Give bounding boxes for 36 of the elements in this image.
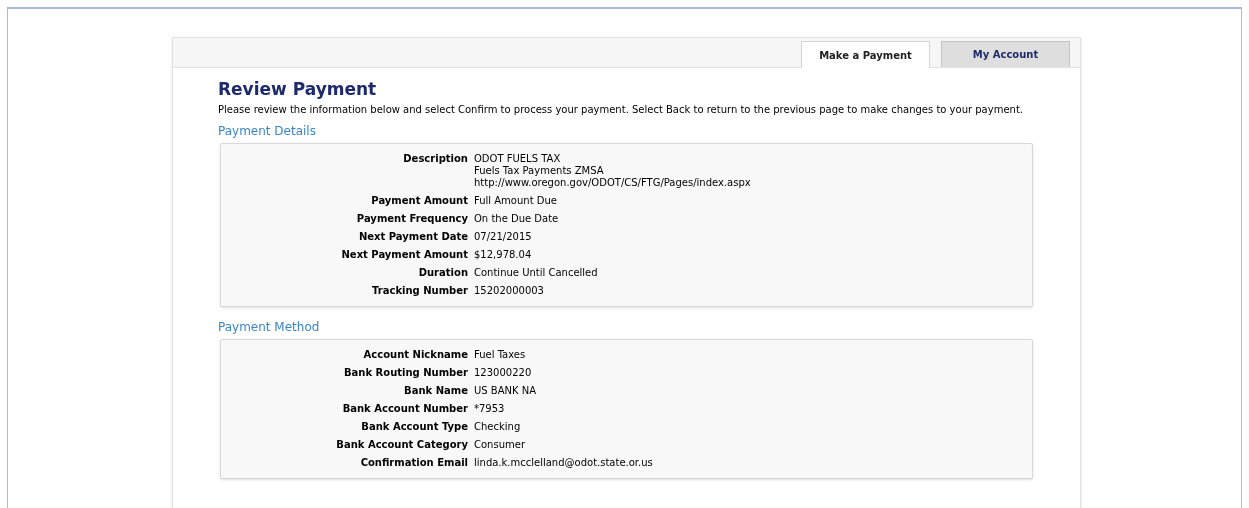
field-value: US BANK NA [474, 385, 537, 397]
field-value: linda.k.mcclelland@odot.state.or.us [474, 457, 653, 469]
section-heading: Payment Details [218, 123, 317, 139]
field-value: Consumer [474, 439, 525, 451]
field-label: Bank Account Category [335, 439, 469, 451]
field-label: Confirmation Email [359, 457, 469, 469]
field-value: $12,978.04 [474, 249, 532, 261]
field-value: Checking [474, 421, 521, 433]
field-value: *7953 [474, 403, 505, 415]
field-value: Continue Until Cancelled [474, 267, 598, 279]
field-value: http://www.oregon.gov/ODOT/CS/FTG/Pages/index.aspx [474, 177, 751, 189]
field-label: Payment Amount [370, 195, 469, 207]
field-label: Bank Routing Number [342, 367, 469, 379]
tab[interactable]: My Account [941, 41, 1070, 67]
field-value: Fuel Taxes [474, 349, 526, 361]
field-value: On the Due Date [474, 213, 559, 225]
field-label: Description [402, 153, 469, 165]
intro-text: Please review the information below and select Confirm to process your payment. Select Back to return to the previous page to make changes to your payment. [218, 103, 1024, 117]
field-value: 07/21/2015 [474, 231, 532, 243]
tab[interactable]: Make a Payment [801, 41, 930, 68]
field-label: Account Nickname [362, 349, 469, 361]
field-label: Next Payment Date [357, 231, 469, 243]
field-value: Fuels Tax Payments ZMSA [474, 165, 605, 177]
field-value: 15202000003 [474, 285, 544, 297]
page-title: Review Payment [218, 78, 378, 100]
field-label: Tracking Number [371, 285, 469, 297]
field-label: Duration [417, 267, 469, 279]
field-value: 123000220 [474, 367, 532, 379]
field-label: Next Payment Amount [340, 249, 469, 261]
field-value: Full Amount Due [474, 195, 557, 207]
field-value: ODOT FUELS TAX [474, 153, 562, 165]
field-label: Bank Account Type [360, 421, 469, 433]
field-label: Payment Frequency [355, 213, 469, 225]
section-heading: Payment Method [218, 319, 321, 335]
field-label: Bank Account Number [341, 403, 469, 415]
field-label: Bank Name [403, 385, 469, 397]
